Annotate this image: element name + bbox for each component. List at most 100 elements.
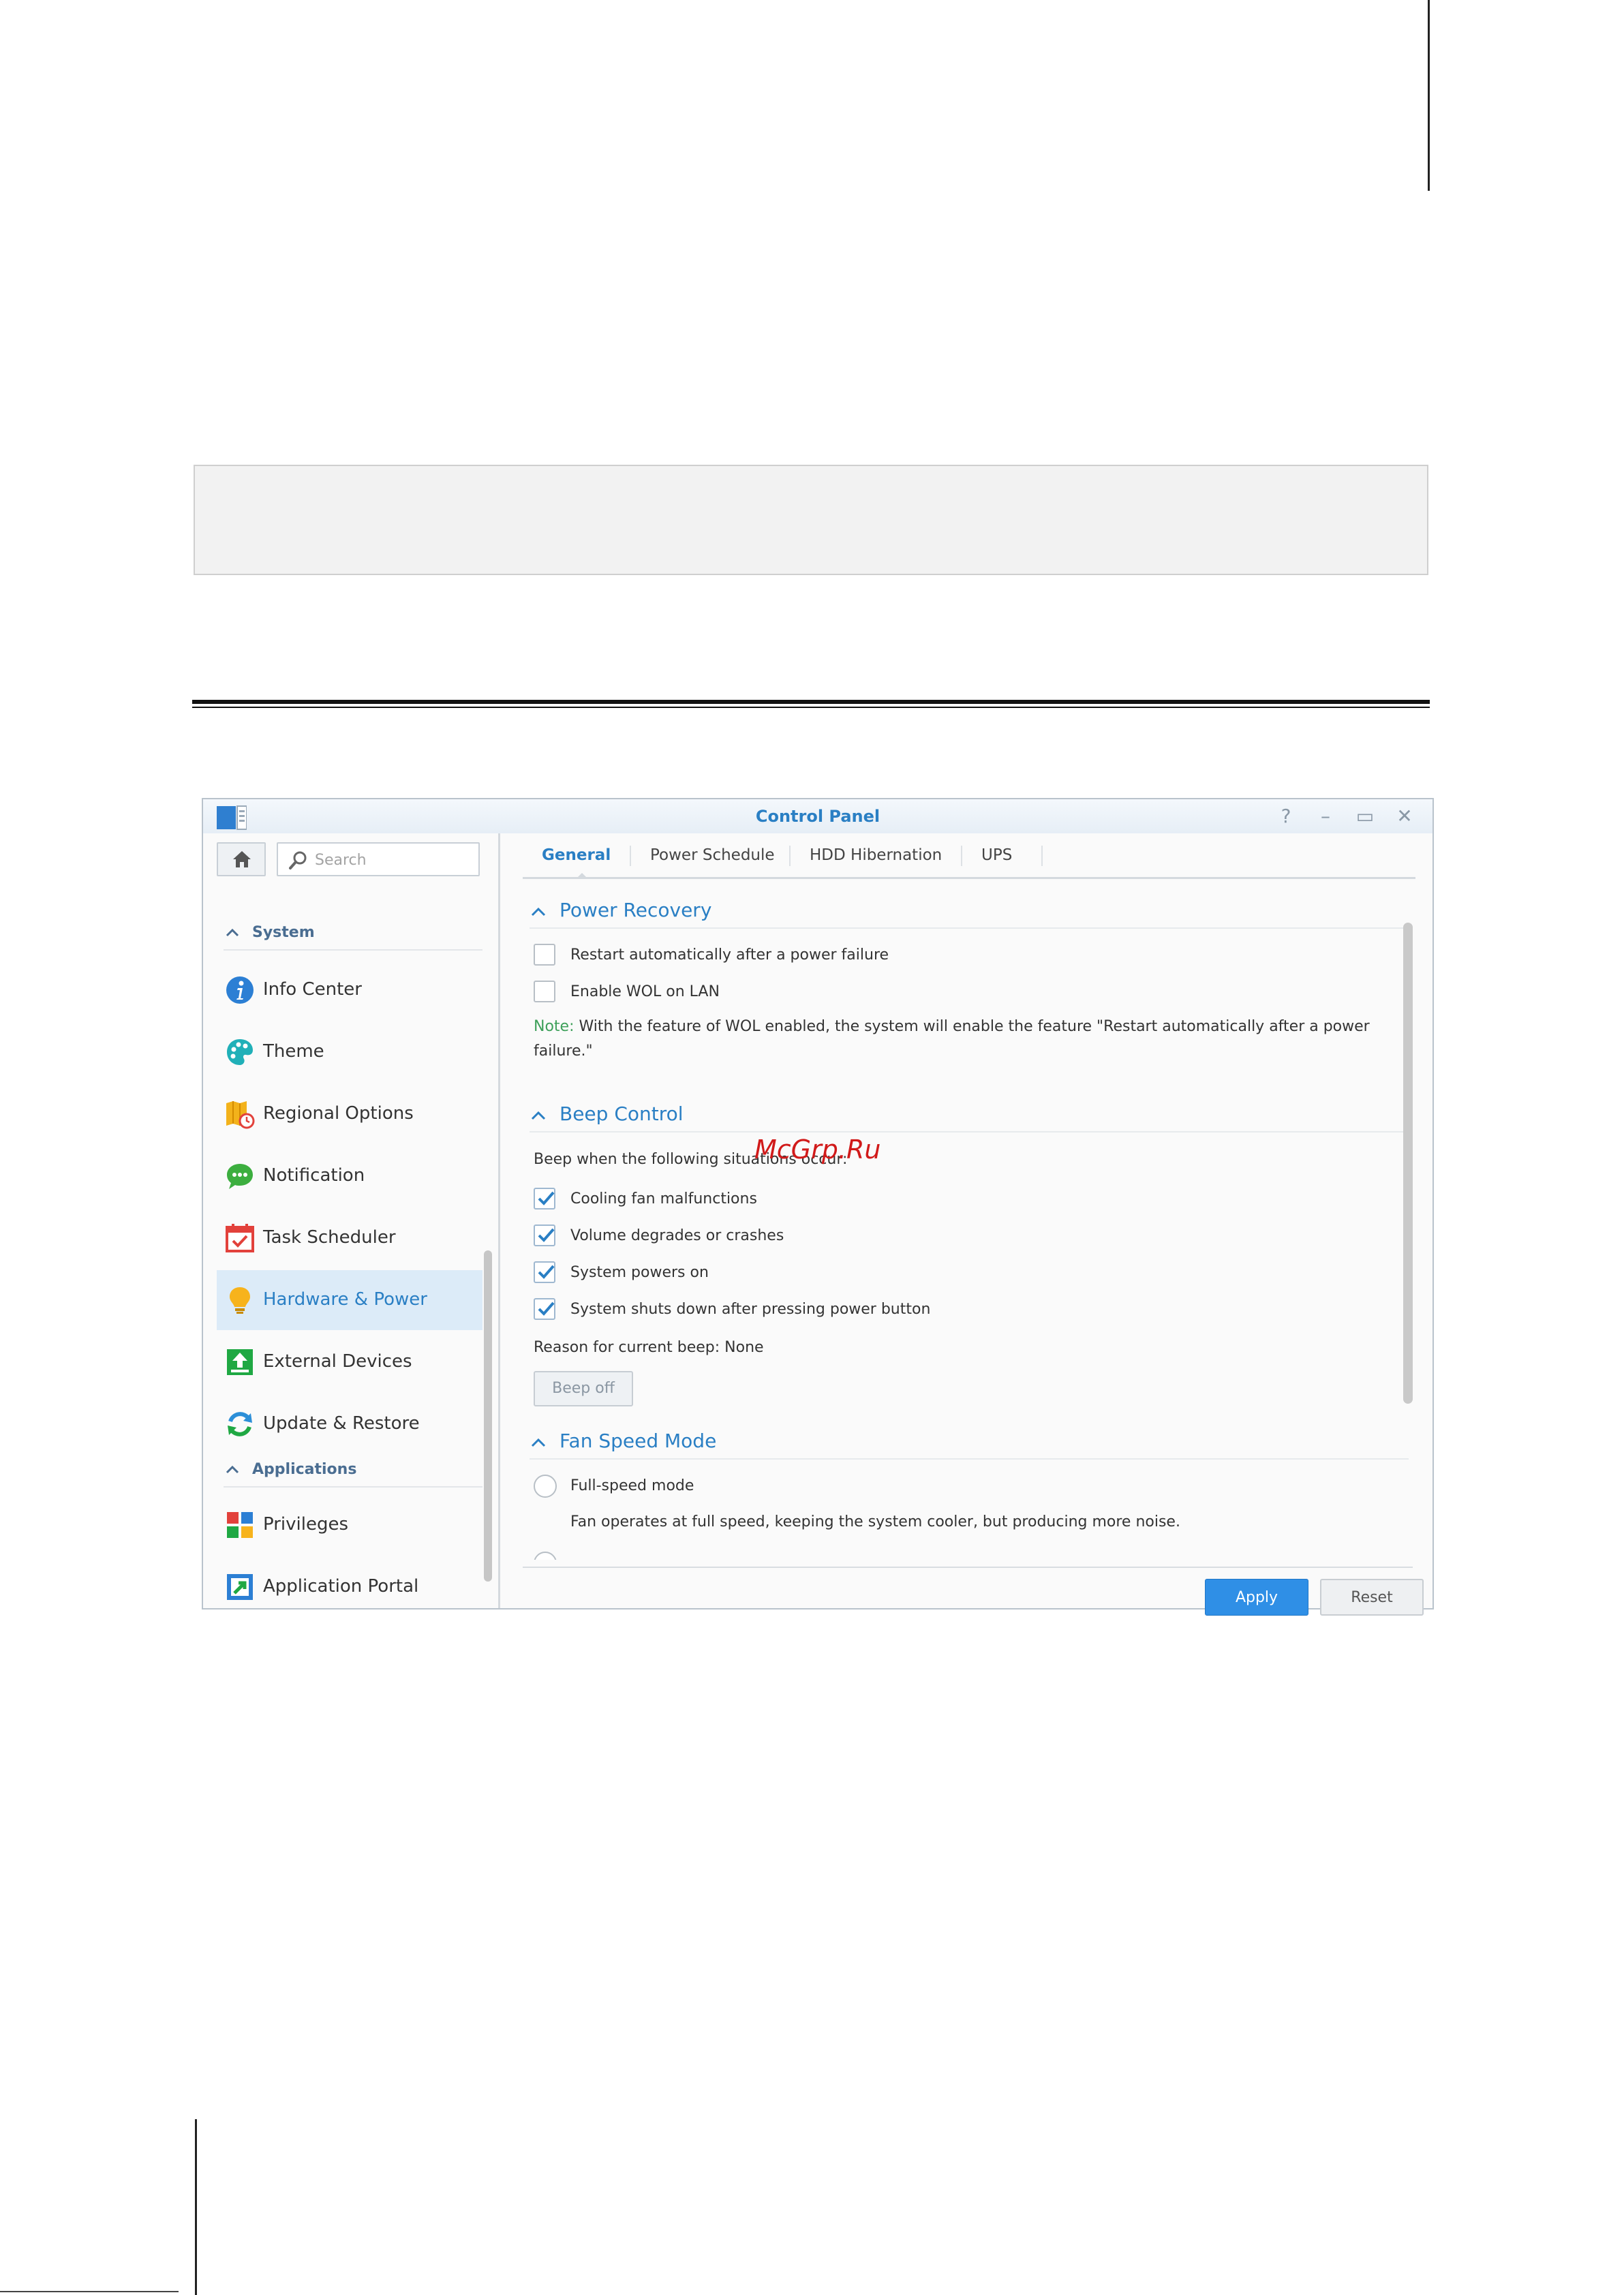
radio-button[interactable] — [534, 1552, 557, 1560]
sidebar-item-update-restore[interactable]: Update & Restore — [217, 1394, 482, 1454]
window-title: Control Panel — [755, 807, 880, 826]
search-input[interactable] — [313, 849, 473, 871]
tab-power-schedule[interactable]: Power Schedule — [631, 843, 794, 867]
sidebar: System Info Center Theme — [203, 833, 500, 1608]
content-scrollbar[interactable] — [1403, 923, 1413, 1404]
tab-general[interactable]: General — [523, 843, 630, 867]
sidebar-item-notification[interactable]: Notification — [217, 1146, 482, 1206]
blocks-icon — [227, 1512, 253, 1538]
sidebar-item-regional-options[interactable]: Regional Options — [217, 1084, 482, 1144]
partial-radio-button[interactable] — [534, 1552, 557, 1560]
sidebar-item-info-center[interactable]: Info Center — [217, 960, 482, 1020]
sidebar-item-application-portal[interactable]: Application Portal — [217, 1557, 482, 1617]
option-label: Restart automatically after a power fail… — [570, 946, 889, 964]
control-panel-window: Control Panel ? – ▭ ✕ System — [202, 798, 1434, 1616]
wol-note: Note: With the feature of WOL enabled, t… — [534, 1015, 1399, 1064]
page-margin-rule — [1428, 0, 1430, 191]
section-title: Fan Speed Mode — [560, 1430, 717, 1452]
sidebar-item-privileges[interactable]: Privileges — [217, 1495, 482, 1555]
tab-divider — [1041, 846, 1043, 866]
sidebar-item-label: Theme — [263, 1041, 324, 1062]
sidebar-item-label: Notification — [263, 1165, 365, 1186]
title-bar[interactable]: Control Panel ? – ▭ ✕ — [203, 799, 1433, 833]
lightbulb-icon — [230, 1287, 250, 1314]
sidebar-item-label: Hardware & Power — [263, 1289, 427, 1310]
option-cooling-fan[interactable]: Cooling fan malfunctions — [534, 1186, 1399, 1214]
home-button[interactable] — [217, 842, 266, 876]
chat-bubble-icon — [227, 1164, 253, 1189]
group-label: System — [252, 924, 315, 941]
checkbox-checked[interactable] — [534, 1261, 555, 1283]
option-enable-wol[interactable]: Enable WOL on LAN — [534, 979, 1399, 1006]
info-icon — [226, 976, 254, 1004]
group-header-system[interactable]: System — [224, 921, 482, 946]
sidebar-item-hardware-power[interactable]: Hardware & Power — [217, 1270, 482, 1330]
active-tab-marker — [576, 873, 588, 879]
section-divider-thin — [192, 707, 1430, 708]
calendar-check-icon — [226, 1224, 254, 1252]
section-divider — [530, 927, 1409, 929]
beep-off-button[interactable]: Beep off — [534, 1371, 633, 1406]
section-header-beep-control[interactable]: Beep Control — [530, 1101, 1402, 1128]
section-header-power-recovery[interactable]: Power Recovery — [530, 897, 1402, 925]
radio-button[interactable] — [534, 1475, 557, 1498]
portal-arrow-icon — [227, 1574, 253, 1600]
note-label: Note: — [534, 1018, 574, 1035]
minimize-button[interactable]: – — [1313, 804, 1338, 829]
help-button[interactable]: ? — [1273, 804, 1299, 829]
tab-bar: General Power Schedule HDD Hibernation U… — [523, 833, 1415, 879]
close-button[interactable]: ✕ — [1392, 804, 1418, 829]
group-divider — [224, 949, 482, 951]
search-box[interactable] — [277, 842, 480, 876]
option-label: Cooling fan malfunctions — [570, 1190, 757, 1207]
sidebar-item-label: Regional Options — [263, 1103, 414, 1124]
checkbox-checked[interactable] — [534, 1298, 555, 1320]
option-full-speed-mode[interactable]: Full-speed mode — [534, 1473, 1399, 1500]
option-system-powers-on[interactable]: System powers on — [534, 1260, 1399, 1287]
section-title: Beep Control — [560, 1103, 684, 1125]
sidebar-item-theme[interactable]: Theme — [217, 1022, 482, 1082]
checkmark-icon — [538, 1301, 555, 1316]
section-header-fan-speed-mode[interactable]: Fan Speed Mode — [530, 1428, 1402, 1455]
search-icon — [289, 851, 307, 869]
group-divider — [224, 1486, 482, 1488]
sidebar-item-label: Info Center — [263, 979, 362, 1000]
option-label: System shuts down after pressing power b… — [570, 1301, 931, 1318]
checkbox[interactable] — [534, 981, 555, 1002]
refresh-icon — [228, 1412, 252, 1436]
map-clock-icon — [226, 1101, 255, 1129]
chevron-up-icon — [226, 1465, 239, 1474]
option-restart-after-power-failure[interactable]: Restart automatically after a power fail… — [534, 942, 1399, 970]
tab-ups[interactable]: UPS — [962, 843, 1031, 867]
sidebar-item-task-scheduler[interactable]: Task Scheduler — [217, 1208, 482, 1268]
apply-button[interactable]: Apply — [1205, 1579, 1308, 1616]
sidebar-item-label: Update & Restore — [263, 1413, 420, 1434]
maximize-button[interactable]: ▭ — [1352, 804, 1378, 829]
chevron-up-icon — [531, 1438, 546, 1447]
sidebar-item-label: Privileges — [263, 1514, 349, 1535]
option-system-shuts-down[interactable]: System shuts down after pressing power b… — [534, 1297, 1399, 1324]
sidebar-scrollbar[interactable] — [484, 1250, 492, 1582]
option-label: Enable WOL on LAN — [570, 983, 720, 1000]
sidebar-item-label: External Devices — [263, 1351, 412, 1372]
footer-divider — [523, 1567, 1413, 1568]
option-label: System powers on — [570, 1264, 709, 1281]
group-label: Applications — [252, 1461, 357, 1478]
checkmark-icon — [538, 1191, 555, 1205]
checkbox-checked[interactable] — [534, 1224, 555, 1246]
upload-icon — [227, 1349, 253, 1375]
sidebar-item-external-devices[interactable]: External Devices — [217, 1332, 482, 1392]
full-speed-description: Fan operates at full speed, keeping the … — [570, 1513, 1180, 1530]
page-margin-rule-bottom — [195, 2119, 197, 2295]
page-footer-line — [0, 2291, 179, 2292]
reset-button[interactable]: Reset — [1320, 1579, 1424, 1616]
section-divider — [530, 1131, 1409, 1133]
chevron-up-icon — [531, 1111, 546, 1120]
checkmark-icon — [538, 1228, 555, 1242]
tab-hdd-hibernation[interactable]: HDD Hibernation — [791, 843, 961, 867]
option-volume-degrades[interactable]: Volume degrades or crashes — [534, 1223, 1399, 1250]
checkbox[interactable] — [534, 944, 555, 966]
group-header-applications[interactable]: Applications — [224, 1458, 482, 1483]
checkbox-checked[interactable] — [534, 1188, 555, 1210]
section-divider — [192, 700, 1430, 704]
